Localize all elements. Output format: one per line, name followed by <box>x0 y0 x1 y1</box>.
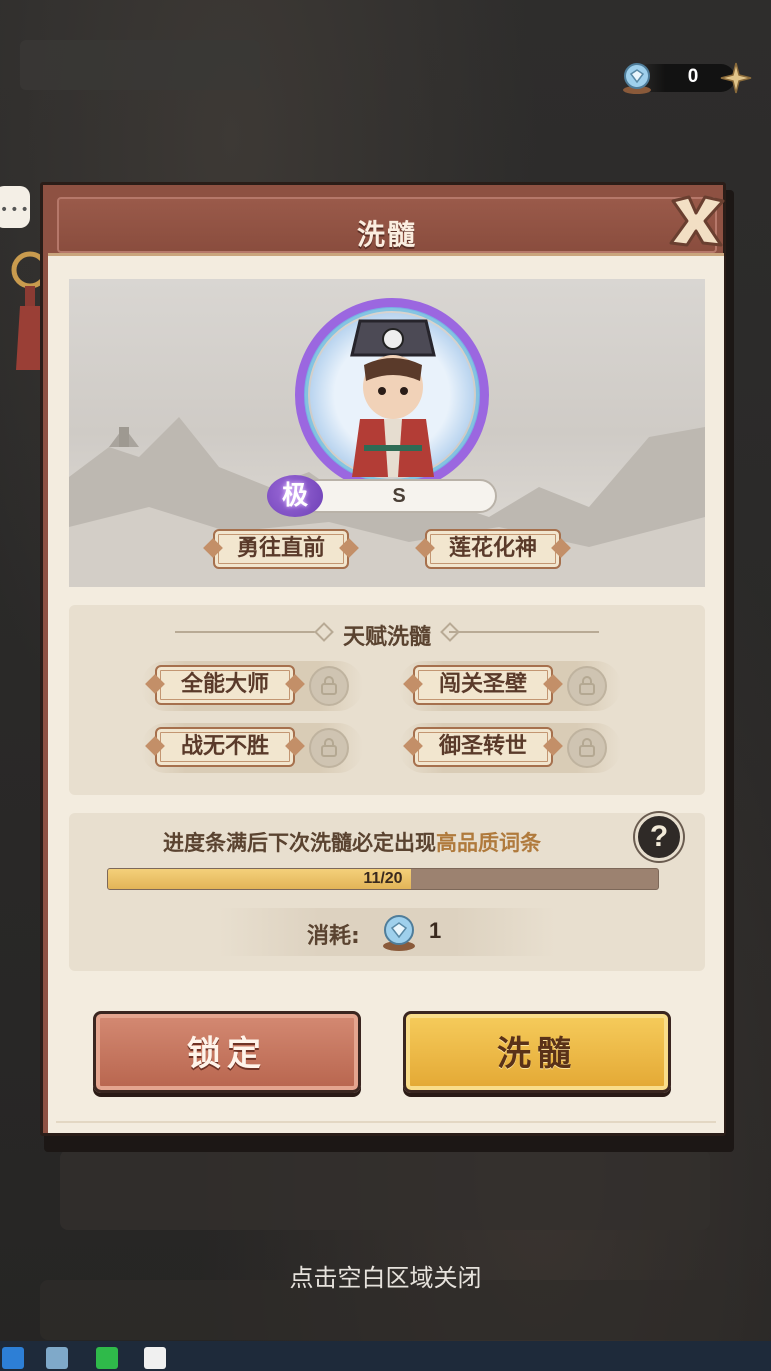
app-icon[interactable] <box>46 1347 68 1369</box>
cost-value: 1 <box>429 918 442 943</box>
cost-row: 消耗: 1 <box>219 908 555 956</box>
talent-item[interactable]: 闯关圣壁 <box>399 661 621 711</box>
hero-avatar[interactable] <box>294 295 490 491</box>
app-icon[interactable] <box>2 1347 24 1369</box>
background-title-block <box>20 40 260 90</box>
crystal-gem-icon <box>383 915 415 951</box>
currency-counter: 0 <box>613 58 753 98</box>
talent-item[interactable]: 战无不胜 <box>141 723 363 773</box>
lock-icon <box>579 738 595 757</box>
hero-trait-tag: 勇往直前 <box>213 529 349 569</box>
hero-showcase: S 极 勇往直前 莲花化神 <box>69 279 705 587</box>
talent-label: 御圣转世 <box>413 727 553 767</box>
crystal-gem-icon <box>623 63 651 94</box>
hint-highlight: 高品质词条 <box>436 831 541 855</box>
talent-item[interactable]: 全能大师 <box>141 661 363 711</box>
progress-section: 进度条满后下次洗髓必定出现高品质词条 ? 11/20 消耗: 1 <box>69 813 705 971</box>
talent-label: 闯关圣壁 <box>413 665 553 705</box>
close-icon[interactable] <box>665 191 727 253</box>
hero-grade: S 极 <box>267 475 497 517</box>
talent-label: 战无不胜 <box>155 727 295 767</box>
grade-badge: 极 <box>267 475 323 517</box>
grade-value: S <box>392 485 406 507</box>
divider <box>449 631 599 633</box>
talent-header: 天赋洗髓 <box>342 625 431 650</box>
background-content-block <box>60 1150 710 1230</box>
add-currency-icon[interactable] <box>719 61 753 95</box>
lock-button[interactable]: 锁定 <box>93 1011 361 1093</box>
lock-icon <box>321 738 337 757</box>
title-bar: 洗髓 <box>57 197 717 253</box>
progress-text: 11/20 <box>363 870 403 887</box>
lock-icon <box>321 676 337 695</box>
progress-hint: 进度条满后下次洗髓必定出现高品质词条 <box>69 827 635 857</box>
lock-icon <box>579 676 595 695</box>
dialog-frame: 洗髓 S 极 勇往直前 莲花化神 天赋洗髓 全能大师 闯关圣壁 战无不胜 御圣转… <box>40 182 726 1136</box>
talent-item[interactable]: 御圣转世 <box>399 723 621 773</box>
tap-to-close-hint: 点击空白区域关闭 <box>289 1264 482 1292</box>
lock-toggle[interactable] <box>567 666 607 706</box>
wechat-icon[interactable] <box>96 1347 118 1369</box>
wash-marrow-button[interactable]: 洗髓 <box>403 1011 671 1093</box>
hero-trait-tag: 莲花化神 <box>425 529 561 569</box>
chat-dots-icon: ••• <box>0 202 31 218</box>
talent-label: 全能大师 <box>155 665 295 705</box>
wash-marrow-dialog: 洗髓 S 极 勇往直前 莲花化神 天赋洗髓 全能大师 闯关圣壁 战无不胜 御圣转… <box>40 182 734 1152</box>
currency-value: 0 <box>687 66 699 87</box>
os-taskbar <box>0 1341 771 1371</box>
lock-toggle[interactable] <box>309 728 349 768</box>
talent-section: 天赋洗髓 全能大师 闯关圣壁 战无不胜 御圣转世 <box>69 605 705 795</box>
chat-bubble-icon[interactable]: ••• <box>0 186 30 228</box>
dialog-title: 洗髓 <box>356 218 417 251</box>
qq-icon[interactable] <box>144 1347 166 1369</box>
lock-toggle[interactable] <box>309 666 349 706</box>
help-button[interactable]: ? <box>635 813 683 861</box>
hint-text: 进度条满后下次洗髓必定出现 <box>163 831 436 855</box>
cost-label: 消耗: <box>307 924 360 949</box>
lock-toggle[interactable] <box>567 728 607 768</box>
progress-bar: 11/20 <box>107 868 659 890</box>
grade-pill: S <box>301 479 497 513</box>
